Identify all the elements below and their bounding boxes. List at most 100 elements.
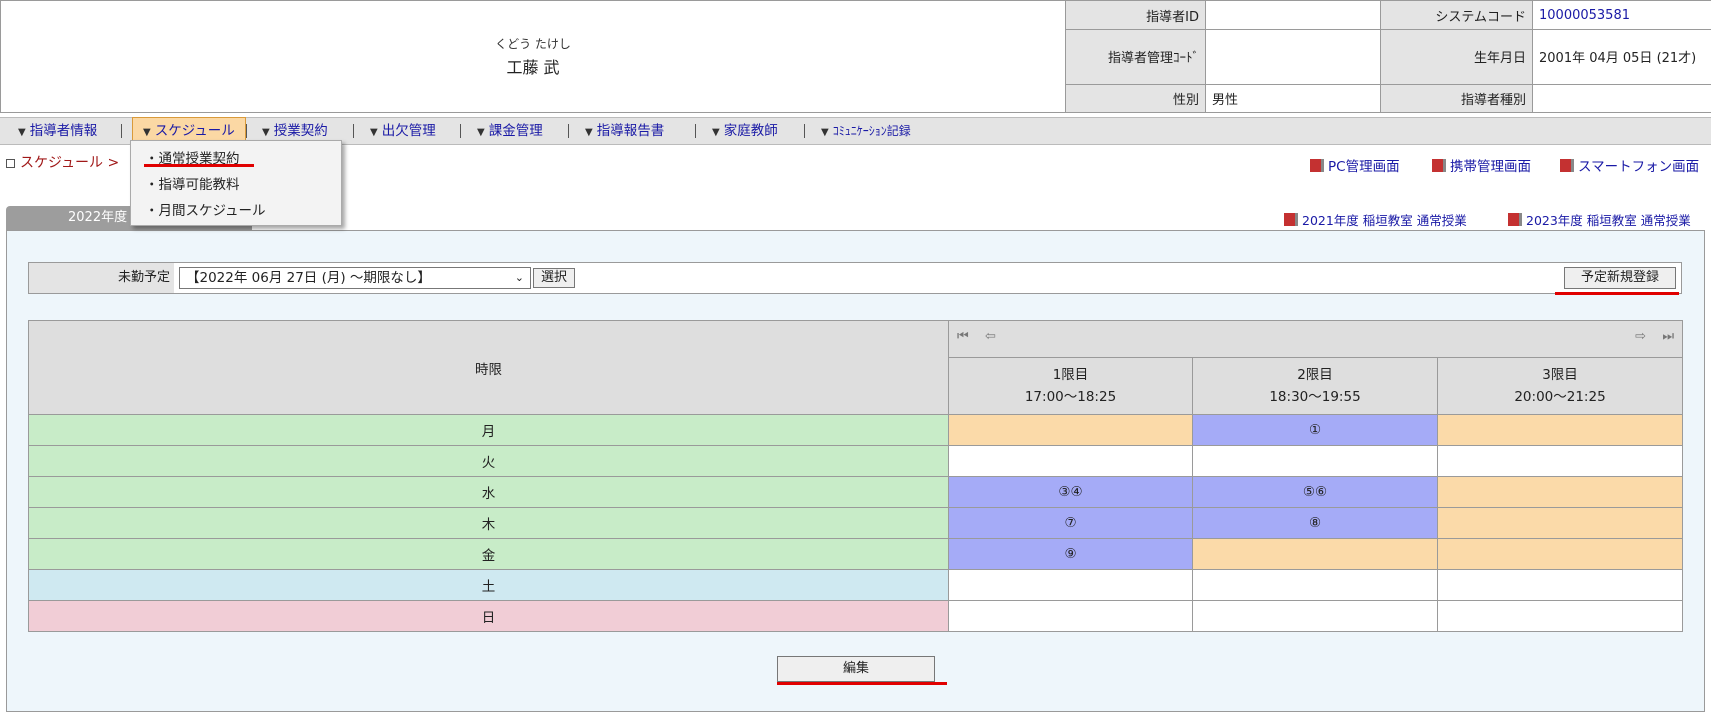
schedule-cell[interactable] <box>948 600 1193 632</box>
select-button[interactable]: 選択 <box>533 268 575 288</box>
schedule-cell[interactable] <box>948 569 1193 601</box>
nav-report[interactable]: ▼ 指導報告書 <box>585 118 664 144</box>
schedule-grid: 時限 ⏮ ⇦ ⇨ ⏭ 1限目 17:00～18:25 2限目 18:30～19:55… <box>28 320 1684 632</box>
period-3-header: 3限目 20:00～21:25 <box>1436 357 1684 415</box>
teacher-name-kanji: 工藤 武 <box>506 58 560 77</box>
day-label: 月 <box>28 414 949 446</box>
period-2-header: 2限目 18:30～19:55 <box>1192 357 1438 415</box>
nav-label: ｺﾐｭﾆｹｰｼｮﾝ記録 <box>832 124 911 138</box>
chevron-down-icon: ▼ <box>477 127 485 138</box>
birthdate-label: 生年月日 <box>1380 29 1533 85</box>
square-bullet-icon <box>6 158 15 168</box>
teacher-name-cell: くどう たけし 工藤 武 <box>0 0 1066 113</box>
day-label: 日 <box>28 600 949 632</box>
schedule-cell[interactable] <box>948 414 1193 446</box>
schedule-cell[interactable] <box>1436 507 1684 539</box>
first-icon[interactable]: ⏮ <box>957 329 969 344</box>
schedule-select-label: 未勤予定 <box>29 263 174 293</box>
day-row: 木⑦⑧ <box>28 507 1684 539</box>
nav-label: 授業契約 <box>273 123 328 139</box>
nav-teacher-info[interactable]: ▼ 指導者情報 <box>18 118 97 144</box>
gender-label: 性別 <box>1065 83 1206 114</box>
day-row: 金⑨ <box>28 538 1684 570</box>
nav-label: 家庭教師 <box>723 123 778 139</box>
book-icon <box>1284 213 1298 226</box>
new-schedule-button[interactable]: 予定新規登録 <box>1564 267 1676 289</box>
schedule-period-value: 【2022年 06月 27日 (月) ～期限なし】 <box>186 270 431 286</box>
schedule-cell[interactable] <box>1436 600 1684 632</box>
menu-item-teachable-subjects[interactable]: ・指導可能教料 <box>145 173 240 193</box>
schedule-cell[interactable]: ① <box>1192 414 1438 446</box>
system-code-label: システムコード <box>1380 0 1533 31</box>
last-icon[interactable]: ⏭ <box>1662 329 1674 344</box>
day-row: 水 ③④ ⑤⑥ <box>28 476 1684 508</box>
teacher-type-label: 指導者種別 <box>1380 83 1533 114</box>
chevron-down-icon: ▼ <box>585 127 593 138</box>
schedule-cell[interactable] <box>1192 538 1438 570</box>
edit-button[interactable]: 編集 <box>777 656 935 682</box>
book-icon <box>1508 213 1522 226</box>
schedule-cell[interactable] <box>1436 569 1684 601</box>
chevron-down-icon: ▼ <box>143 127 151 138</box>
schedule-cell[interactable] <box>948 445 1193 477</box>
chevron-down-icon: ▼ <box>712 127 720 138</box>
schedule-select-row: 未勤予定 【2022年 06月 27日 (月) ～期限なし】 ⌄ 選択 予定新規… <box>28 262 1682 294</box>
mobile-screen-link[interactable]: 携帯管理画面 <box>1432 155 1531 175</box>
gender-value: 男性 <box>1205 83 1381 114</box>
nav-billing[interactable]: ▼ 課金管理 <box>477 118 543 144</box>
schedule-dropdown-menu: ・通常授業契約 ・指導可能教料 ・月間スケジュール <box>130 140 342 226</box>
highlight-underline <box>777 682 947 685</box>
teacher-name-kana: くどう たけし <box>495 37 571 51</box>
day-label: 金 <box>28 538 949 570</box>
schedule-cell[interactable]: ⑤⑥ <box>1192 476 1438 508</box>
menu-item-monthly-schedule[interactable]: ・月間スケジュール <box>145 199 266 219</box>
prev-icon[interactable]: ⇦ <box>985 329 996 344</box>
schedule-period-select[interactable]: 【2022年 06月 27日 (月) ～期限なし】 ⌄ <box>179 267 531 289</box>
week-nav-cell: ⏮ ⇦ ⇨ ⏭ <box>947 320 1684 358</box>
teacher-type-value <box>1532 83 1711 114</box>
highlight-underline <box>1555 292 1679 295</box>
schedule-cell[interactable] <box>1192 569 1438 601</box>
schedule-cell[interactable] <box>1192 445 1438 477</box>
breadcrumb-text[interactable]: スケジュール > <box>20 155 119 171</box>
highlight-underline <box>144 164 254 167</box>
nav-home-tutor[interactable]: ▼ 家庭教師 <box>712 118 778 144</box>
prev-year-link[interactable]: 2021年度 稲垣教室 通常授業 <box>1284 210 1467 229</box>
next-year-link[interactable]: 2023年度 稲垣教室 通常授業 <box>1508 210 1691 229</box>
book-icon <box>1310 159 1324 172</box>
schedule-cell[interactable]: ③④ <box>948 476 1193 508</box>
next-icon[interactable]: ⇨ <box>1635 329 1646 344</box>
day-row: 土 <box>28 569 1684 601</box>
system-code-link[interactable]: 10000053581 <box>1539 8 1630 23</box>
book-icon <box>1432 159 1446 172</box>
day-label: 木 <box>28 507 949 539</box>
schedule-cell[interactable]: ⑦ <box>948 507 1193 539</box>
nav-label: 指導報告書 <box>596 123 665 139</box>
pc-screen-link[interactable]: PC管理画面 <box>1310 155 1400 175</box>
day-label: 水 <box>28 476 949 508</box>
day-label: 土 <box>28 569 949 601</box>
nav-label: 出欠管理 <box>381 123 436 139</box>
nav-label: 指導者情報 <box>29 123 98 139</box>
teacher-mgmt-code-label: 指導者管理ｺｰﾄﾞ <box>1065 29 1206 85</box>
nav-attendance[interactable]: ▼ 出欠管理 <box>370 118 436 144</box>
smartphone-screen-link[interactable]: スマートフォン画面 <box>1560 155 1699 175</box>
chevron-down-icon: ▼ <box>821 127 829 138</box>
book-icon <box>1560 159 1574 172</box>
schedule-cell[interactable] <box>1192 600 1438 632</box>
schedule-cell[interactable] <box>1436 445 1684 477</box>
schedule-cell[interactable] <box>1436 538 1684 570</box>
nav-communication[interactable]: ▼ ｺﾐｭﾆｹｰｼｮﾝ記録 <box>821 118 911 144</box>
schedule-cell[interactable]: ⑧ <box>1192 507 1438 539</box>
period-header: 時限 <box>28 320 949 415</box>
schedule-cell[interactable] <box>1436 414 1684 446</box>
chevron-down-icon: ▼ <box>18 127 26 138</box>
birthdate-value: 2001年 04月 05日 (21才) <box>1532 29 1711 85</box>
period-1-header: 1限目 17:00～18:25 <box>948 357 1193 415</box>
breadcrumb: スケジュール > <box>6 152 119 172</box>
schedule-cell[interactable]: ⑨ <box>948 538 1193 570</box>
nav-label: 課金管理 <box>488 123 543 139</box>
system-code-value[interactable]: 10000053581 <box>1532 0 1711 31</box>
chevron-down-icon: ▼ <box>370 127 378 138</box>
schedule-cell[interactable] <box>1436 476 1684 508</box>
